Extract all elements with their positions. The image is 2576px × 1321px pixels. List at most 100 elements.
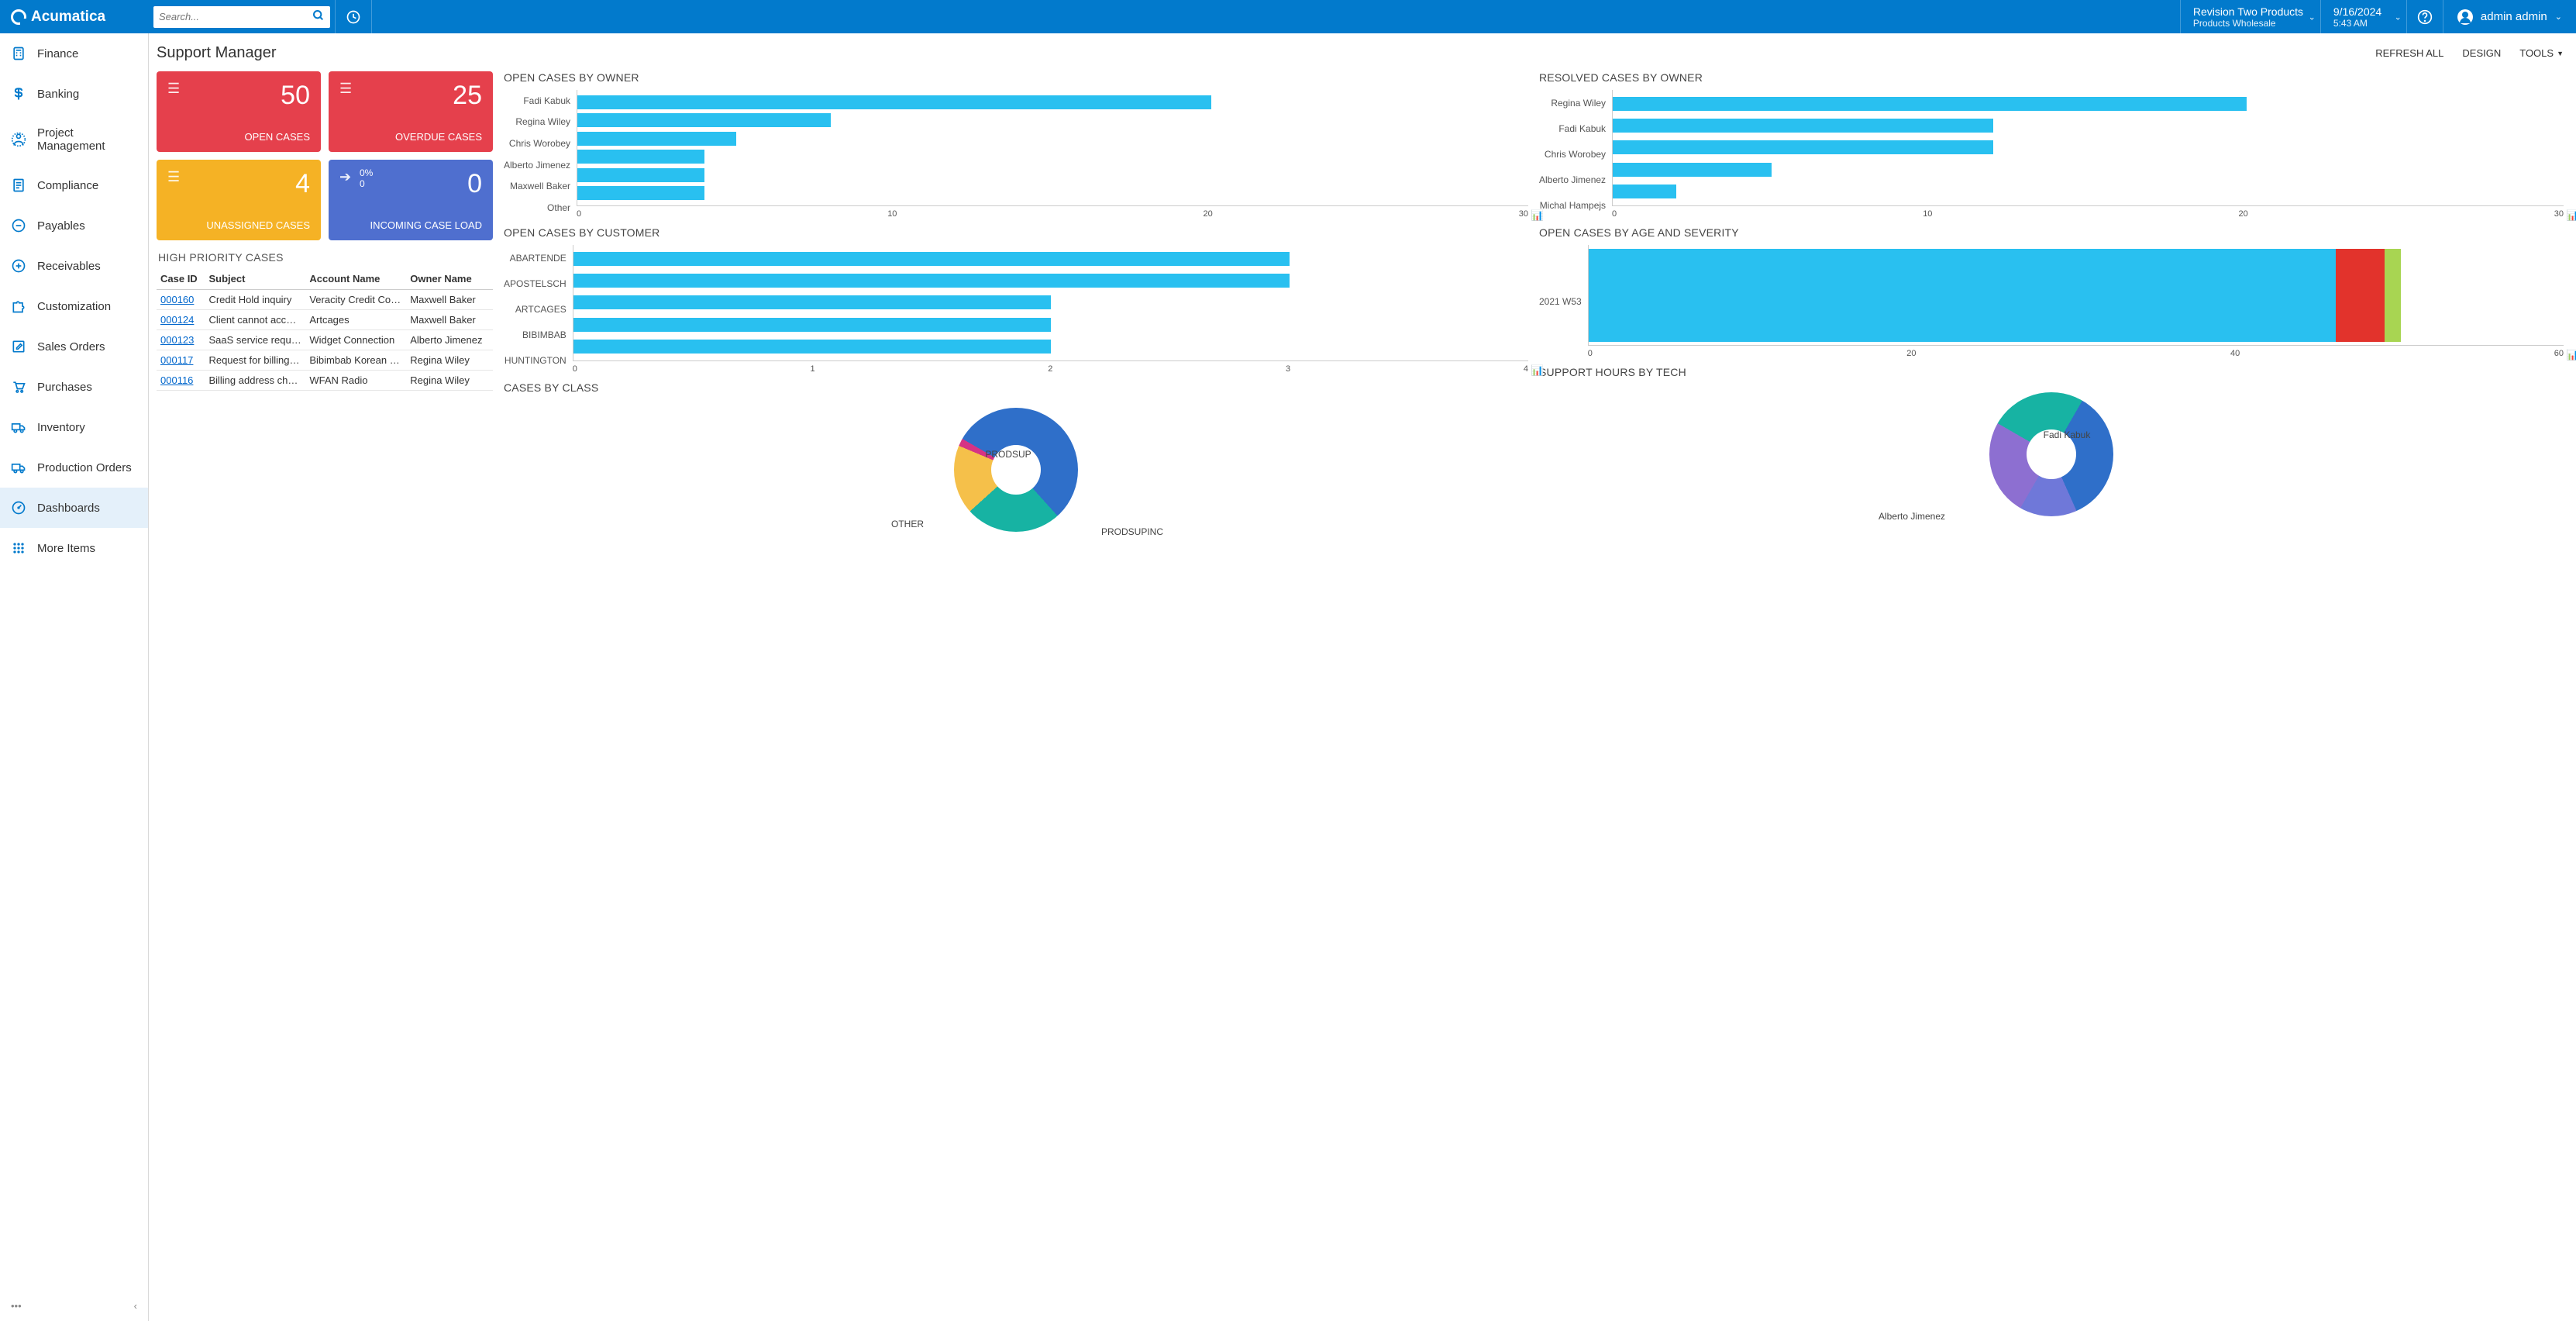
axis-tick: 20 bbox=[1906, 349, 1916, 358]
column-header[interactable]: Owner Name bbox=[406, 268, 493, 290]
kpi-value: 50 bbox=[167, 81, 310, 111]
bar[interactable] bbox=[1613, 97, 2247, 111]
kpi-open-cases[interactable]: ☰ 50 OPEN CASES bbox=[157, 71, 321, 152]
sidebar-item-compliance[interactable]: Compliance bbox=[0, 165, 148, 205]
sidebar-item-payables[interactable]: Payables bbox=[0, 205, 148, 246]
sidebar-item-more-items[interactable]: More Items bbox=[0, 528, 148, 568]
help-button[interactable] bbox=[2407, 0, 2443, 33]
axis-label: Regina Wiley bbox=[1539, 98, 1606, 109]
bar[interactable] bbox=[1613, 140, 1993, 154]
kpi-unassigned-cases[interactable]: ☰ 4 UNASSIGNED CASES bbox=[157, 160, 321, 240]
axis-label: Chris Worobey bbox=[1539, 149, 1606, 160]
bar-segment[interactable] bbox=[2336, 249, 2385, 342]
donut-chart[interactable] bbox=[954, 408, 1078, 532]
edit-icon bbox=[11, 339, 26, 354]
bar[interactable] bbox=[573, 340, 1051, 354]
history-button[interactable] bbox=[336, 0, 371, 33]
chevron-down-icon: ⌄ bbox=[2555, 12, 2562, 22]
sidebar-item-banking[interactable]: Banking bbox=[0, 74, 148, 114]
business-date[interactable]: 9/16/2024 5:43 AM ⌄ bbox=[2321, 0, 2406, 33]
bar[interactable] bbox=[1613, 185, 1676, 198]
design-button[interactable]: DESIGN bbox=[2462, 47, 2501, 59]
bar[interactable] bbox=[577, 113, 831, 127]
chart-export-icon[interactable]: 📊 bbox=[1531, 364, 1544, 377]
tenant-selector[interactable]: Revision Two Products Products Wholesale… bbox=[2181, 0, 2320, 33]
axis-label: Michal Hampejs bbox=[1539, 200, 1606, 211]
search-icon[interactable] bbox=[312, 9, 325, 25]
column-header[interactable]: Case ID bbox=[157, 268, 205, 290]
truck2-icon bbox=[11, 460, 26, 475]
search-input[interactable] bbox=[159, 11, 312, 22]
bar[interactable] bbox=[573, 252, 1290, 266]
calc-icon bbox=[11, 46, 26, 61]
case-id-link[interactable]: 000123 bbox=[160, 334, 194, 346]
bar[interactable] bbox=[573, 318, 1051, 332]
chevron-down-icon: ⌄ bbox=[2395, 12, 2402, 22]
more-options-icon[interactable]: ••• bbox=[11, 1300, 22, 1312]
table-row: 000117Request for billing c...Bibimbab K… bbox=[157, 350, 493, 371]
case-id-link[interactable]: 000117 bbox=[160, 354, 193, 366]
sidebar-item-customization[interactable]: Customization bbox=[0, 286, 148, 326]
axis-tick: 4 bbox=[1524, 364, 1528, 374]
column-header[interactable]: Account Name bbox=[305, 268, 406, 290]
sidebar-item-receivables[interactable]: Receivables bbox=[0, 246, 148, 286]
donut-chart[interactable] bbox=[1989, 392, 2113, 516]
axis-tick: 30 bbox=[1519, 209, 1528, 219]
user-menu[interactable]: admin admin ⌄ bbox=[2443, 0, 2576, 33]
sidebar-item-label: Purchases bbox=[37, 381, 92, 394]
high-priority-title: HIGH PRIORITY CASES bbox=[158, 251, 493, 264]
chart-label: OTHER bbox=[891, 519, 924, 529]
cell-owner: Regina Wiley bbox=[406, 350, 493, 371]
bar[interactable] bbox=[577, 186, 704, 200]
axis-tick: 20 bbox=[1203, 209, 1212, 219]
time-text: 5:43 AM bbox=[2333, 18, 2394, 29]
brand-logo[interactable]: Acumatica bbox=[0, 0, 149, 33]
sidebar-item-project-management[interactable]: Project Management bbox=[0, 114, 148, 165]
bar[interactable] bbox=[573, 295, 1051, 309]
table-row: 000124Client cannot acces...ArtcagesMaxw… bbox=[157, 310, 493, 330]
bar[interactable] bbox=[573, 274, 1290, 288]
refresh-all-button[interactable]: REFRESH ALL bbox=[2375, 47, 2443, 59]
user-icon bbox=[2457, 9, 2473, 25]
case-id-link[interactable]: 000124 bbox=[160, 314, 194, 326]
kpi-label: OPEN CASES bbox=[167, 131, 310, 143]
cell-account: Artcages bbox=[305, 310, 406, 330]
sidebar-item-production-orders[interactable]: Production Orders bbox=[0, 447, 148, 488]
axis-label: ARTCAGES bbox=[504, 304, 567, 315]
chart-export-icon[interactable]: 📊 bbox=[2567, 349, 2576, 361]
cell-subject: Credit Hold inquiry bbox=[205, 290, 305, 310]
tools-menu[interactable]: TOOLS ▼ bbox=[2519, 47, 2564, 59]
cell-owner: Regina Wiley bbox=[406, 371, 493, 391]
bar[interactable] bbox=[1613, 119, 1993, 133]
sidebar-item-purchases[interactable]: Purchases bbox=[0, 367, 148, 407]
column-header[interactable]: Subject bbox=[205, 268, 305, 290]
sidebar-item-finance[interactable]: Finance bbox=[0, 33, 148, 74]
sidebar-item-label: Customization bbox=[37, 300, 111, 313]
bar[interactable] bbox=[1613, 163, 1771, 177]
bar-segment[interactable] bbox=[2385, 249, 2401, 342]
cell-account: WFAN Radio bbox=[305, 371, 406, 391]
sidebar-item-inventory[interactable]: Inventory bbox=[0, 407, 148, 447]
bar[interactable] bbox=[577, 95, 1211, 109]
collapse-sidebar-icon[interactable]: ‹ bbox=[134, 1300, 137, 1312]
sidebar-item-dashboards[interactable]: Dashboards bbox=[0, 488, 148, 528]
app-header: Acumatica Revision Two Products Products… bbox=[0, 0, 2576, 33]
kpi-label: INCOMING CASE LOAD bbox=[339, 219, 482, 231]
chart-export-icon[interactable]: 📊 bbox=[2567, 209, 2576, 222]
doc-icon bbox=[11, 178, 26, 193]
sidebar-item-label: Finance bbox=[37, 47, 78, 60]
caret-down-icon: ▼ bbox=[2557, 50, 2564, 57]
case-id-link[interactable]: 000160 bbox=[160, 294, 194, 305]
kpi-incoming-load[interactable]: ➔ 0%0 0 INCOMING CASE LOAD bbox=[329, 160, 493, 240]
case-id-link[interactable]: 000116 bbox=[160, 374, 193, 386]
sidebar-item-sales-orders[interactable]: Sales Orders bbox=[0, 326, 148, 367]
kpi-overdue-cases[interactable]: ☰ 25 OVERDUE CASES bbox=[329, 71, 493, 152]
dollar-icon bbox=[11, 86, 26, 102]
search-box[interactable] bbox=[153, 6, 330, 28]
cell-subject: Client cannot acces... bbox=[205, 310, 305, 330]
puzzle-icon bbox=[11, 298, 26, 314]
bar[interactable] bbox=[577, 132, 735, 146]
bar-segment[interactable] bbox=[1589, 249, 2337, 342]
bar[interactable] bbox=[577, 168, 704, 182]
bar[interactable] bbox=[577, 150, 704, 164]
